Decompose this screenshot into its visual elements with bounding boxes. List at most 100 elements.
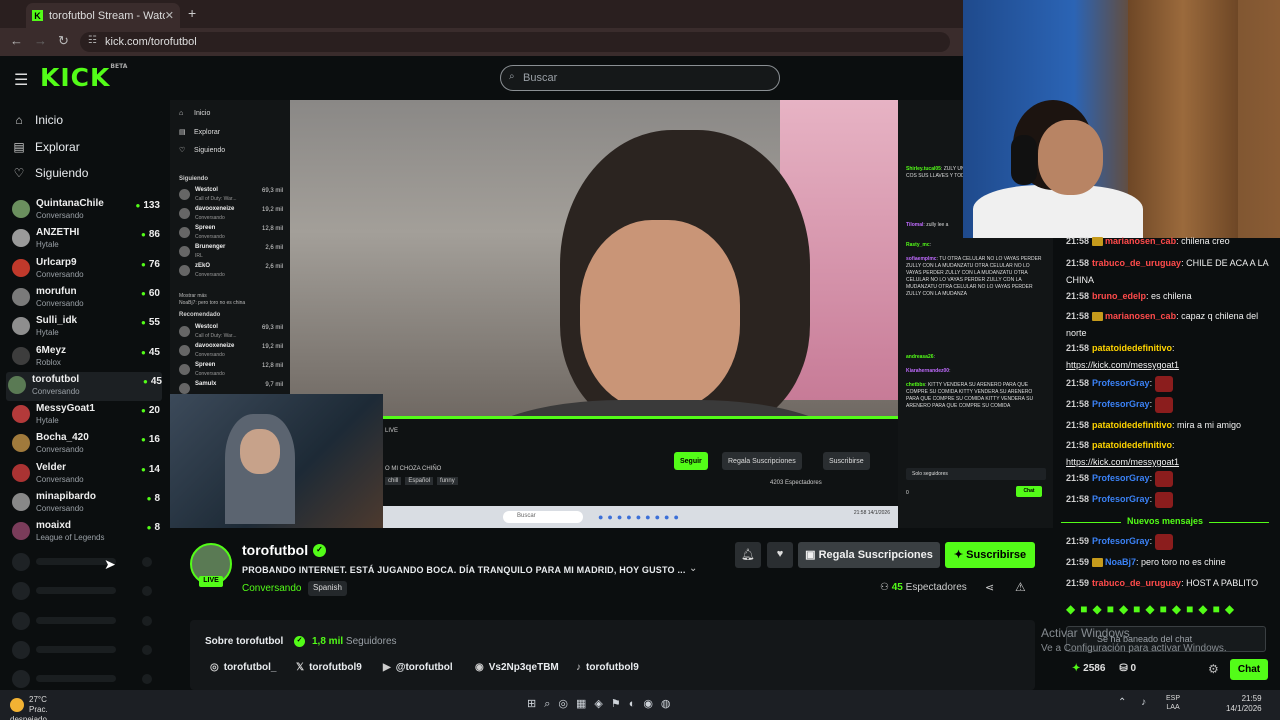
sidebar-channel[interactable]: Bocha_420Conversando 16	[10, 430, 160, 459]
channel-category: Hytale	[36, 328, 59, 338]
channel-avatar	[12, 317, 30, 336]
taskbar-apps[interactable]: ⊞⌕◎▦◈⚑◐◉◍	[527, 697, 679, 711]
channel-category: Conversando	[36, 211, 84, 220]
chat-message[interactable]: 21:58 patatoidedefinitivo: https://kick.co…	[1066, 437, 1271, 471]
chat-timestamp: 21:58	[1066, 420, 1090, 430]
language-indicator[interactable]: ESP LAA	[1166, 694, 1180, 712]
channel-viewers: 8	[147, 493, 160, 504]
weather-widget[interactable]: 27°C Prac. despejado	[10, 695, 68, 720]
sidebar-channel[interactable]: morufunConversando 60	[10, 284, 160, 313]
channel-viewers: 60	[141, 288, 160, 299]
streamer-name[interactable]: torofutbol	[242, 542, 308, 558]
nav-siguiendo[interactable]: ♡ Siguiendo	[12, 166, 89, 180]
sidebar-channel[interactable]: VelderConversando 14	[10, 460, 160, 489]
chat-timestamp: 21:58	[1066, 440, 1090, 450]
system-tray[interactable]: ⌃ ♪	[1118, 697, 1152, 708]
search-input[interactable]: ⌕ Buscar	[500, 65, 780, 91]
embedded-nav-siguiendo: ♡ Siguiendo	[179, 146, 226, 155]
embedded-chat-input: Solo seguidores	[906, 468, 1046, 480]
chat-settings-icon[interactable]: ⚙	[1208, 662, 1219, 676]
nav-explorar[interactable]: ▤ Explorar	[12, 140, 79, 154]
chat-message[interactable]: 21:58 ProfesorGray:	[1066, 491, 1271, 508]
kick-logo[interactable]: KICKBETA	[40, 63, 127, 92]
social-link[interactable]: ▶ @torofutbol	[383, 662, 453, 673]
reload-icon[interactable]: ↻	[58, 33, 69, 49]
chat-message[interactable]: 21:59 NoaBj7: pero toro no es chine	[1066, 554, 1271, 571]
report-icon[interactable]: ⚠	[1015, 580, 1026, 594]
channel-avatar	[8, 375, 26, 394]
channel-name: Sulli_idk	[36, 315, 78, 327]
viewers-icon: ⚇	[880, 582, 892, 593]
sidebar-channel[interactable]: Sulli_idkHytale 55	[10, 313, 160, 342]
sidebar-channel[interactable]: ANZETHIHytale 86	[10, 225, 160, 254]
chat-message[interactable]: 21:58 patatoidedefinitivo: mira a mi amig…	[1066, 417, 1271, 434]
subscribe-button[interactable]: ✦ Suscribirse	[945, 542, 1035, 568]
channel-avatar	[12, 258, 30, 277]
notification-bell-icon[interactable]: 🔔︎	[735, 542, 761, 568]
nav-inicio[interactable]: ⌂ Inicio	[12, 113, 63, 127]
close-tab-icon[interactable]: ✕	[165, 9, 174, 22]
social-link[interactable]: 𝕏torofutbol9	[296, 662, 362, 673]
chat-message[interactable]: 21:58 ProfesorGray:	[1066, 470, 1271, 487]
social-link[interactable]: ◎ torofutbol_	[210, 662, 277, 673]
follow-heart-icon[interactable]: ♥	[767, 542, 793, 568]
video-player[interactable]: ⌂ Inicio ▤ Explorar ♡ Siguiendo Siguiendo W…	[170, 100, 898, 528]
sidebar-channel[interactable]: QuintanaChile Conversando 133	[10, 196, 160, 225]
sidebar-channel[interactable]: minapibardo Conversando 8	[10, 489, 160, 518]
share-icon[interactable]: ⋖	[985, 581, 994, 594]
sidebar-channel[interactable]: torofutbolConversando 45	[6, 371, 162, 401]
embedded-channel: zEkO Conversando 2,6 mil	[179, 263, 283, 282]
webcam-overlay	[963, 0, 1280, 238]
stream-category[interactable]: Conversando	[242, 583, 301, 594]
x-icon: 𝕏	[296, 662, 305, 673]
youtube-icon: ▶	[383, 662, 391, 673]
channel-name: QuintanaChile	[36, 198, 104, 209]
new-messages-divider[interactable]: Nuevos mensajes	[1061, 516, 1269, 528]
gift-subs-button[interactable]: ▣ Regala Suscripciones	[798, 542, 940, 568]
forward-icon[interactable]: →	[34, 33, 47, 48]
url-field[interactable]: ☷ kick.com/torofutbol	[80, 32, 950, 52]
embedded-chat-message: Kiarahernandez00:	[906, 368, 951, 374]
chat-text: :	[1149, 494, 1153, 504]
chat-text: : chilena creo	[1176, 236, 1230, 246]
loading-placeholder	[12, 582, 152, 601]
chat-message[interactable]: 21:59 trabuco_de_uruguay: HOST A PABLITO	[1066, 575, 1271, 592]
chevron-down-icon[interactable]: ⌄	[689, 563, 697, 574]
chat-send-button[interactable]: Chat	[1230, 659, 1268, 680]
channel-points[interactable]: ✦ 2586 ⛁ 0	[1072, 663, 1136, 674]
chat-text: :	[1149, 536, 1153, 546]
site-info-icon[interactable]: ☷	[88, 35, 97, 46]
chat-username: ProfesorGray	[1092, 399, 1150, 409]
windows-activation-title: Activar Windows	[1041, 626, 1130, 640]
chat-message[interactable]: 21:58 ProfesorGray:	[1066, 396, 1271, 413]
embedded-nav-inicio: ⌂ Inicio	[179, 110, 211, 117]
channel-name: torofutbol	[32, 373, 80, 385]
chat-username: trabuco_de_uruguay	[1092, 258, 1182, 268]
browser-tab[interactable]: K torofutbol Stream - Watch Live ✕	[26, 3, 180, 28]
new-tab-icon[interactable]: +	[188, 5, 196, 21]
chat-message[interactable]: 21:58 trabuco_de_uruguay: CHILE DE ACA A …	[1066, 255, 1271, 289]
sidebar-channel[interactable]: MessyGoat1Hytale 20	[10, 401, 160, 430]
emote-bar[interactable]: ◆■◆■◆■◆■◆■◆■◆	[1066, 602, 1239, 616]
language-tag[interactable]: Spanish	[308, 581, 347, 596]
chat-message[interactable]: 21:58 patatoidedefinitivo: https://kick.co…	[1066, 340, 1271, 374]
channel-avatar	[12, 346, 30, 365]
taskbar-clock[interactable]: 21:59 14/1/2026	[1226, 694, 1262, 714]
chat-message[interactable]: 21:58 marianosen_cab: capaz q chilena del…	[1066, 308, 1271, 342]
chat-message[interactable]: 21:59 ProfesorGray:	[1066, 533, 1271, 550]
chat-message[interactable]: 21:58 ProfesorGray:	[1066, 375, 1271, 392]
menu-icon[interactable]: ☰	[14, 70, 28, 90]
chat-message[interactable]: 21:58 marianosen_cab: chilena creo	[1066, 233, 1271, 250]
sidebar-channel[interactable]: moaixdLeague of Legends 8	[10, 518, 160, 547]
back-icon[interactable]: ←	[10, 33, 23, 48]
social-link[interactable]: ♪ torofutbol9	[576, 662, 639, 673]
about-title: Sobre torofutbol	[205, 636, 284, 647]
sidebar-channel[interactable]: Urlcarp9Conversando 76	[10, 255, 160, 284]
chat-message[interactable]: 21:58 bruno_edelp: es chilena	[1066, 288, 1271, 305]
embedded-overlay-line: NoaBj7: pero toro no es china	[179, 300, 246, 306]
search-placeholder: Buscar	[523, 72, 558, 84]
embedded-channel: Spreen Conversando 12,8 mil	[179, 362, 283, 381]
social-link[interactable]: ◉ Vs2Np3qeTBM	[475, 662, 559, 673]
sidebar-channel[interactable]: 6MeyzRoblox 45	[10, 343, 160, 372]
chat-username: ProfesorGray	[1092, 494, 1150, 504]
